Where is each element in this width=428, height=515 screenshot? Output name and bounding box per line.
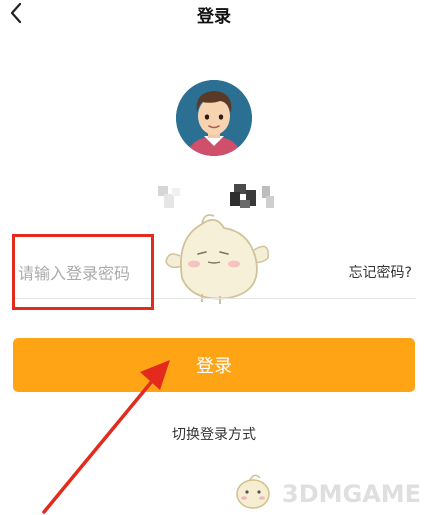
watermark-text: 3DMGAME — [282, 480, 422, 508]
switch-login-method-link[interactable]: 切换登录方式 — [0, 424, 428, 444]
top-bar: 登录 — [0, 0, 428, 30]
page-title: 登录 — [197, 7, 231, 27]
password-highlight-annotation — [12, 234, 154, 310]
3dmgame-logo-icon — [236, 474, 270, 509]
avatar — [176, 80, 252, 156]
forgot-password-link[interactable]: 忘记密码? — [349, 262, 412, 282]
login-button[interactable]: 登录 — [13, 338, 415, 392]
